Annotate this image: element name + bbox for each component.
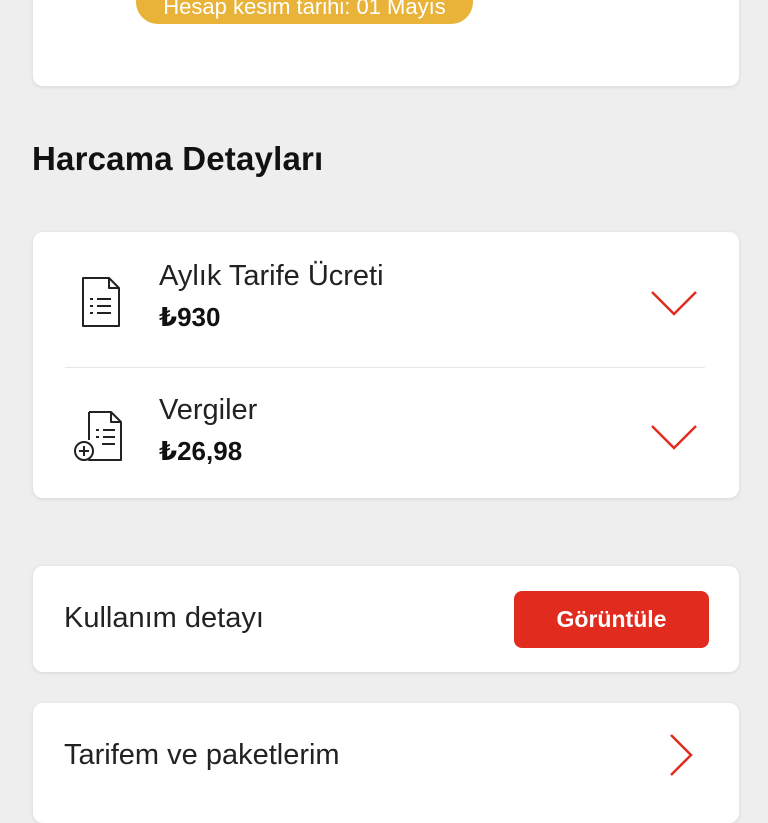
spending-details-card: Aylık Tarife Ücreti ₺930 Vergiler ₺26,98 (33, 232, 739, 498)
view-button[interactable]: Görüntüle (514, 591, 709, 648)
tariff-packages-label: Tarifem ve paketlerim (64, 739, 340, 771)
tariff-packages-card[interactable]: Tarifem ve paketlerim (33, 703, 739, 823)
chevron-down-icon[interactable] (650, 422, 698, 452)
spending-item-label: Vergiler (159, 394, 258, 426)
spending-item-monthly-fee[interactable]: Aylık Tarife Ücreti ₺930 (33, 232, 739, 365)
spending-item-taxes[interactable]: Vergiler ₺26,98 (33, 366, 739, 499)
document-list-icon (82, 277, 120, 327)
spending-item-label: Aylık Tarife Ücreti (159, 260, 384, 292)
spending-item-amount: ₺930 (159, 302, 221, 332)
chevron-right-icon (670, 734, 693, 776)
section-title: Harcama Detayları (32, 140, 324, 177)
usage-detail-label: Kullanım detayı (64, 602, 264, 634)
cutoff-date-badge: Hesap kesim tarihi: 01 Mayıs (136, 0, 473, 24)
spending-item-amount: ₺26,98 (159, 436, 243, 466)
document-plus-icon (74, 411, 122, 461)
cutoff-date-text: Hesap kesim tarihi: 01 Mayıs (163, 0, 446, 19)
usage-detail-card: Kullanım detayı Görüntüle (33, 566, 739, 672)
chevron-down-icon[interactable] (650, 288, 698, 318)
billing-summary-card: Hesap kesim tarihi: 01 Mayıs (33, 0, 739, 86)
